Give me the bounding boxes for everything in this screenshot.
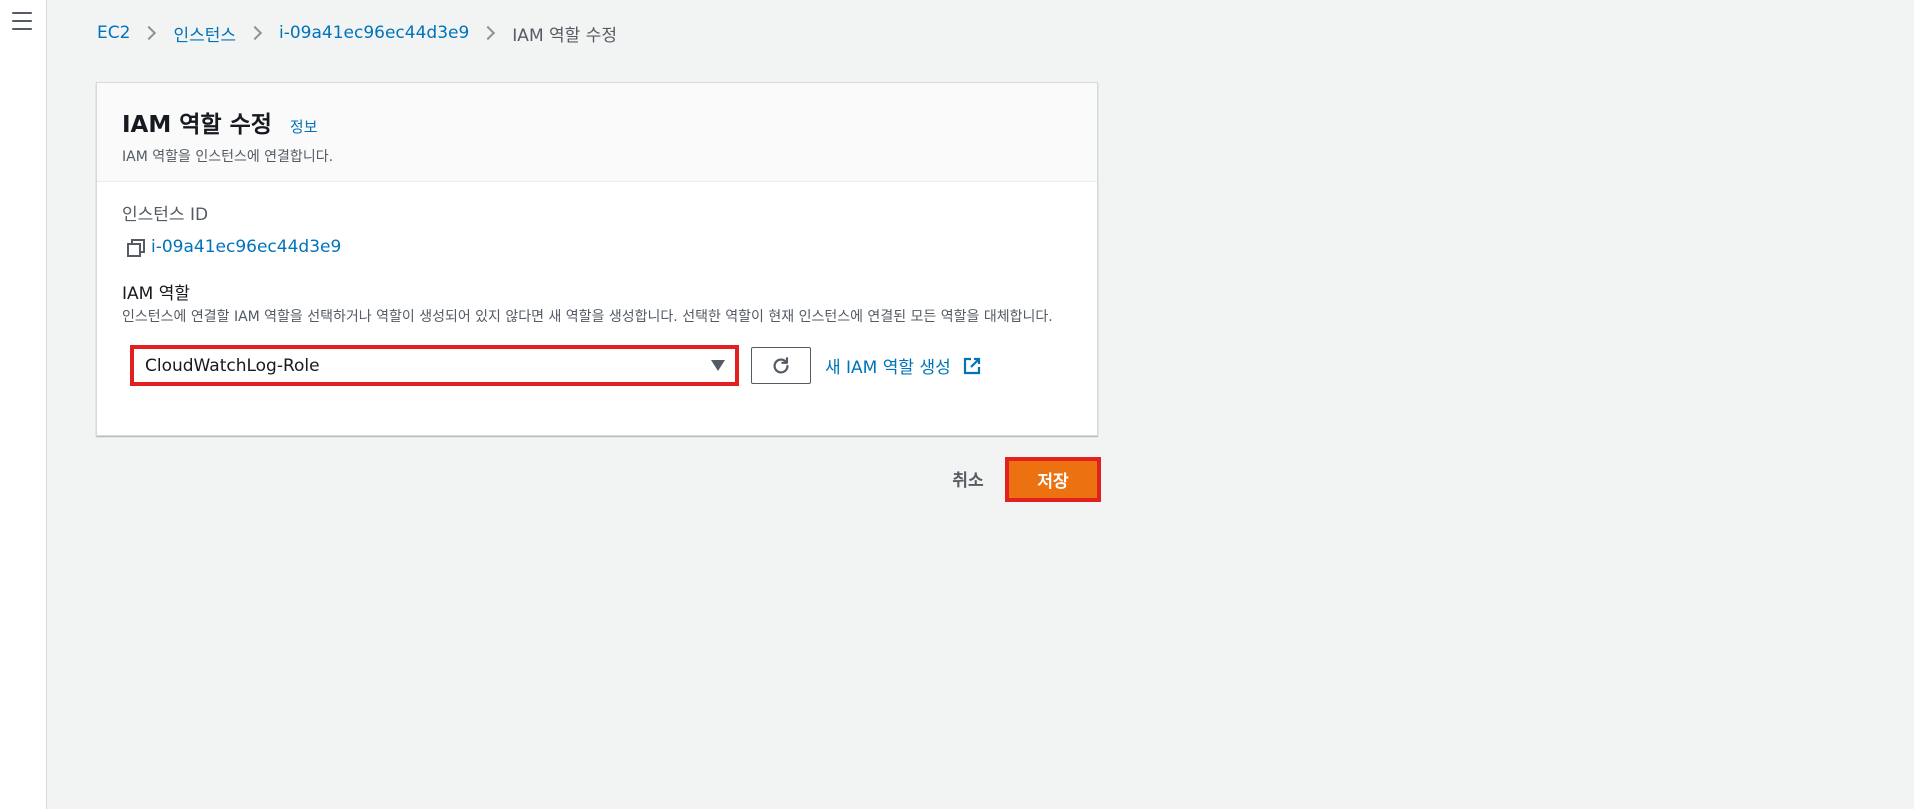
panel-header: IAM 역할 수정 정보 IAM 역할을 인스턴스에 연결합니다. [97, 83, 1097, 182]
breadcrumb-instances[interactable]: 인스턴스 [173, 21, 236, 46]
refresh-icon [773, 356, 789, 374]
iam-role-description: 인스턴스에 연결할 IAM 역할을 선택하거나 역할이 생성되어 있지 않다면 … [122, 309, 1053, 325]
chevron-right-icon [142, 25, 157, 41]
iam-role-selected-value: CloudWatchLog-Role [145, 355, 320, 376]
instance-id-link[interactable]: i-09a41ec96ec44d3e9 [151, 237, 341, 257]
copy-icon[interactable] [127, 239, 145, 257]
external-link-icon [963, 357, 980, 374]
info-link[interactable]: 정보 [290, 116, 318, 137]
save-button[interactable]: 저장 [1005, 457, 1101, 502]
page-title: IAM 역할 수정 [122, 112, 272, 138]
chevron-right-icon [247, 25, 263, 41]
cancel-button[interactable]: 취소 [938, 458, 998, 498]
create-iam-role-label: 새 IAM 역할 생성 [825, 358, 951, 378]
side-navigation-rail [0, 0, 47, 809]
breadcrumb-instance-id[interactable]: i-09a41ec96ec44d3e9 [279, 23, 469, 43]
create-iam-role-link[interactable]: 새 IAM 역할 생성 [825, 353, 981, 378]
iam-role-controls: CloudWatchLog-Role 새 IAM 역할 생성 [130, 345, 1072, 386]
iam-role-label: IAM 역할 [122, 284, 190, 304]
breadcrumb: EC2 인스턴스 i-09a41ec96ec44d3e9 IAM 역할 수정 [97, 20, 617, 46]
chevron-right-icon [481, 25, 496, 41]
modify-iam-role-panel: IAM 역할 수정 정보 IAM 역할을 인스턴스에 연결합니다. 인스턴스 I… [96, 82, 1098, 436]
breadcrumb-ec2[interactable]: EC2 [97, 23, 130, 43]
refresh-button[interactable] [751, 347, 811, 384]
breadcrumb-current: IAM 역할 수정 [512, 25, 617, 46]
iam-role-select[interactable]: CloudWatchLog-Role [130, 345, 739, 386]
menu-icon[interactable] [12, 12, 32, 30]
instance-id-row: i-09a41ec96ec44d3e9 [127, 237, 1072, 257]
panel-body: 인스턴스 ID i-09a41ec96ec44d3e9 IAM 역할 인스턴스에… [97, 182, 1097, 386]
caret-down-icon [711, 360, 725, 371]
panel-description: IAM 역할을 인스턴스에 연결합니다. [122, 149, 334, 165]
instance-id-label: 인스턴스 ID [122, 205, 209, 225]
